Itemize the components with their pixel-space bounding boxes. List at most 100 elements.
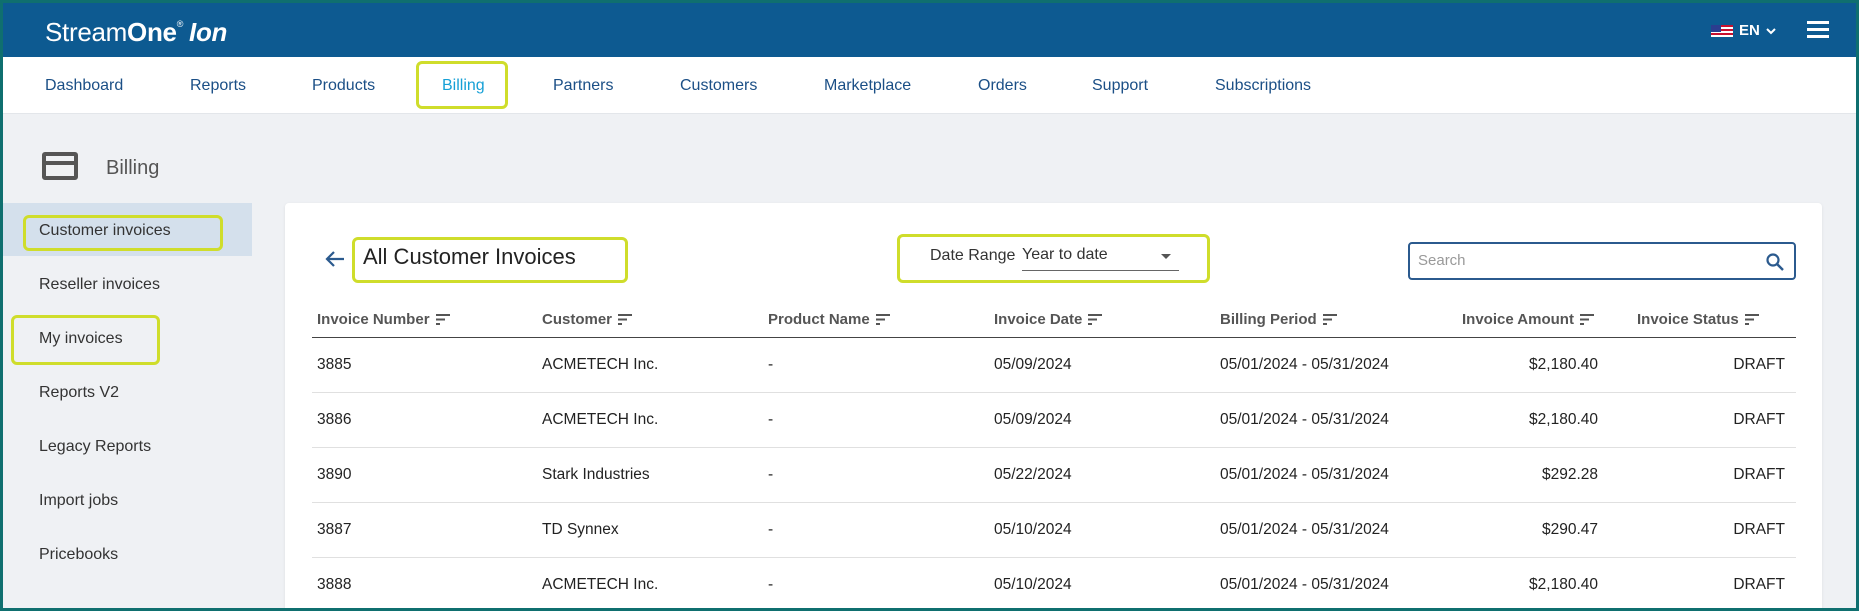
table-row[interactable]: 3886 ACMETECH Inc. - 05/09/2024 05/01/20… — [312, 393, 1796, 448]
col-label: Invoice Amount — [1462, 311, 1574, 328]
chevron-down-icon — [1766, 27, 1776, 34]
col-label: Invoice Number — [317, 311, 430, 328]
cell-invoice-date: 05/10/2024 — [994, 521, 1072, 538]
sort-icon — [1579, 314, 1594, 325]
cell-invoice-number[interactable]: 3887 — [317, 521, 351, 539]
cell-invoice-amount: $2,180.40 — [1529, 356, 1598, 373]
cell-invoice-amount: $2,180.40 — [1529, 411, 1598, 428]
search-box[interactable] — [1408, 242, 1796, 280]
nav-support[interactable]: Support — [1092, 77, 1148, 95]
cell-invoice-status: DRAFT — [1733, 521, 1785, 538]
brand-reg: ® — [176, 19, 184, 29]
table-row[interactable]: 3885 ACMETECH Inc. - 05/09/2024 05/01/20… — [312, 338, 1796, 393]
nav-dashboard[interactable]: Dashboard — [45, 77, 123, 95]
top-bar: StreamOne® Ion EN — [0, 0, 1859, 57]
cell-invoice-number[interactable]: 3885 — [317, 356, 351, 374]
date-range-select[interactable]: Year to date — [1022, 246, 1179, 271]
cell-product-name: - — [768, 576, 774, 593]
table-row[interactable]: 3887 TD Synnex - 05/10/2024 05/01/2024 -… — [312, 503, 1796, 558]
cell-customer: ACMETECH Inc. — [542, 411, 659, 428]
cell-customer: Stark Industries — [542, 466, 650, 483]
sort-icon — [1088, 314, 1103, 325]
caret-down-icon — [1161, 254, 1171, 259]
col-label: Invoice Status — [1637, 311, 1739, 328]
page-title: All Customer Invoices — [363, 244, 576, 269]
col-invoice-amount[interactable]: Invoice Amount — [1462, 311, 1594, 328]
sidebar-item-reports-v2[interactable]: Reports V2 — [39, 384, 119, 402]
col-label: Billing Period — [1220, 311, 1317, 328]
sidebar-item-reseller-invoices[interactable]: Reseller invoices — [39, 276, 160, 294]
col-label: Product Name — [768, 311, 870, 328]
main-nav: Dashboard Reports Products Billing Partn… — [3, 57, 1856, 114]
nav-customers[interactable]: Customers — [680, 77, 757, 95]
cell-invoice-number[interactable]: 3890 — [317, 466, 351, 484]
sort-icon — [875, 314, 890, 325]
language-code: EN — [1739, 22, 1760, 39]
cell-invoice-number[interactable]: 3886 — [317, 411, 351, 429]
cell-invoice-date: 05/09/2024 — [994, 356, 1072, 373]
cell-billing-period: 05/01/2024 - 05/31/2024 — [1220, 521, 1389, 538]
nav-marketplace[interactable]: Marketplace — [824, 77, 911, 95]
col-invoice-date[interactable]: Invoice Date — [994, 311, 1103, 328]
sidebar-item-legacy-reports[interactable]: Legacy Reports — [39, 438, 151, 456]
col-product-name[interactable]: Product Name — [768, 311, 890, 328]
sidebar-item-customer-invoices[interactable]: Customer invoices — [39, 222, 171, 240]
cell-invoice-amount: $292.28 — [1541, 466, 1598, 483]
table-row[interactable]: 3890 Stark Industries - 05/22/2024 05/01… — [312, 448, 1796, 503]
search-icon[interactable] — [1765, 252, 1785, 272]
col-customer[interactable]: Customer — [542, 311, 633, 328]
cell-product-name: - — [768, 411, 774, 428]
menu-icon[interactable] — [1807, 21, 1829, 38]
date-range-value: Year to date — [1022, 246, 1108, 263]
cell-invoice-amount: $290.47 — [1541, 521, 1598, 538]
cell-invoice-date: 05/09/2024 — [994, 411, 1072, 428]
cell-invoice-number[interactable]: 3888 — [317, 576, 351, 594]
back-arrow-icon[interactable] — [324, 248, 346, 270]
nav-reports[interactable]: Reports — [190, 77, 246, 95]
sort-icon — [1744, 314, 1759, 325]
nav-orders[interactable]: Orders — [978, 77, 1027, 95]
cell-product-name: - — [768, 356, 774, 373]
nav-partners[interactable]: Partners — [553, 77, 613, 95]
cell-invoice-date: 05/22/2024 — [994, 466, 1072, 483]
cell-invoice-amount: $2,180.40 — [1529, 576, 1598, 593]
cell-customer: ACMETECH Inc. — [542, 356, 659, 373]
cell-product-name: - — [768, 466, 774, 483]
language-selector[interactable]: EN — [1711, 22, 1776, 39]
sort-icon — [1322, 314, 1337, 325]
sort-icon — [435, 314, 450, 325]
cell-invoice-date: 05/10/2024 — [994, 576, 1072, 593]
brand-part3: Ion — [189, 17, 228, 47]
nav-subscriptions[interactable]: Subscriptions — [1215, 77, 1311, 95]
brand-part2: One — [127, 17, 177, 47]
cell-customer: ACMETECH Inc. — [542, 576, 659, 593]
col-invoice-number[interactable]: Invoice Number — [317, 311, 450, 328]
cell-invoice-status: DRAFT — [1733, 576, 1785, 593]
date-range-label: Date Range — [930, 247, 1016, 264]
cell-invoice-status: DRAFT — [1733, 466, 1785, 483]
us-flag-icon — [1711, 24, 1733, 37]
col-label: Customer — [542, 311, 613, 328]
sidebar-item-import-jobs[interactable]: Import jobs — [39, 492, 118, 510]
cell-invoice-status: DRAFT — [1733, 411, 1785, 428]
sidebar-item-my-invoices[interactable]: My invoices — [39, 330, 123, 348]
cell-billing-period: 05/01/2024 - 05/31/2024 — [1220, 356, 1389, 373]
cell-billing-period: 05/01/2024 - 05/31/2024 — [1220, 576, 1389, 593]
col-billing-period[interactable]: Billing Period — [1220, 311, 1337, 328]
cell-billing-period: 05/01/2024 - 05/31/2024 — [1220, 466, 1389, 483]
sort-icon — [618, 314, 633, 325]
nav-billing[interactable]: Billing — [442, 77, 485, 95]
sidebar-title: Billing — [106, 157, 160, 179]
table-row[interactable]: 3888 ACMETECH Inc. - 05/10/2024 05/01/20… — [312, 558, 1796, 611]
cell-billing-period: 05/01/2024 - 05/31/2024 — [1220, 411, 1389, 428]
nav-products[interactable]: Products — [312, 77, 375, 95]
col-label: Invoice Date — [994, 311, 1083, 328]
search-input[interactable] — [1418, 252, 1748, 269]
cell-invoice-status: DRAFT — [1733, 356, 1785, 373]
brand-logo[interactable]: StreamOne® Ion — [45, 17, 227, 48]
credit-card-icon — [42, 152, 78, 180]
sidebar-item-pricebooks[interactable]: Pricebooks — [39, 546, 118, 564]
col-invoice-status[interactable]: Invoice Status — [1637, 311, 1759, 328]
cell-customer: TD Synnex — [542, 521, 619, 538]
brand-part1: Stream — [45, 17, 128, 47]
